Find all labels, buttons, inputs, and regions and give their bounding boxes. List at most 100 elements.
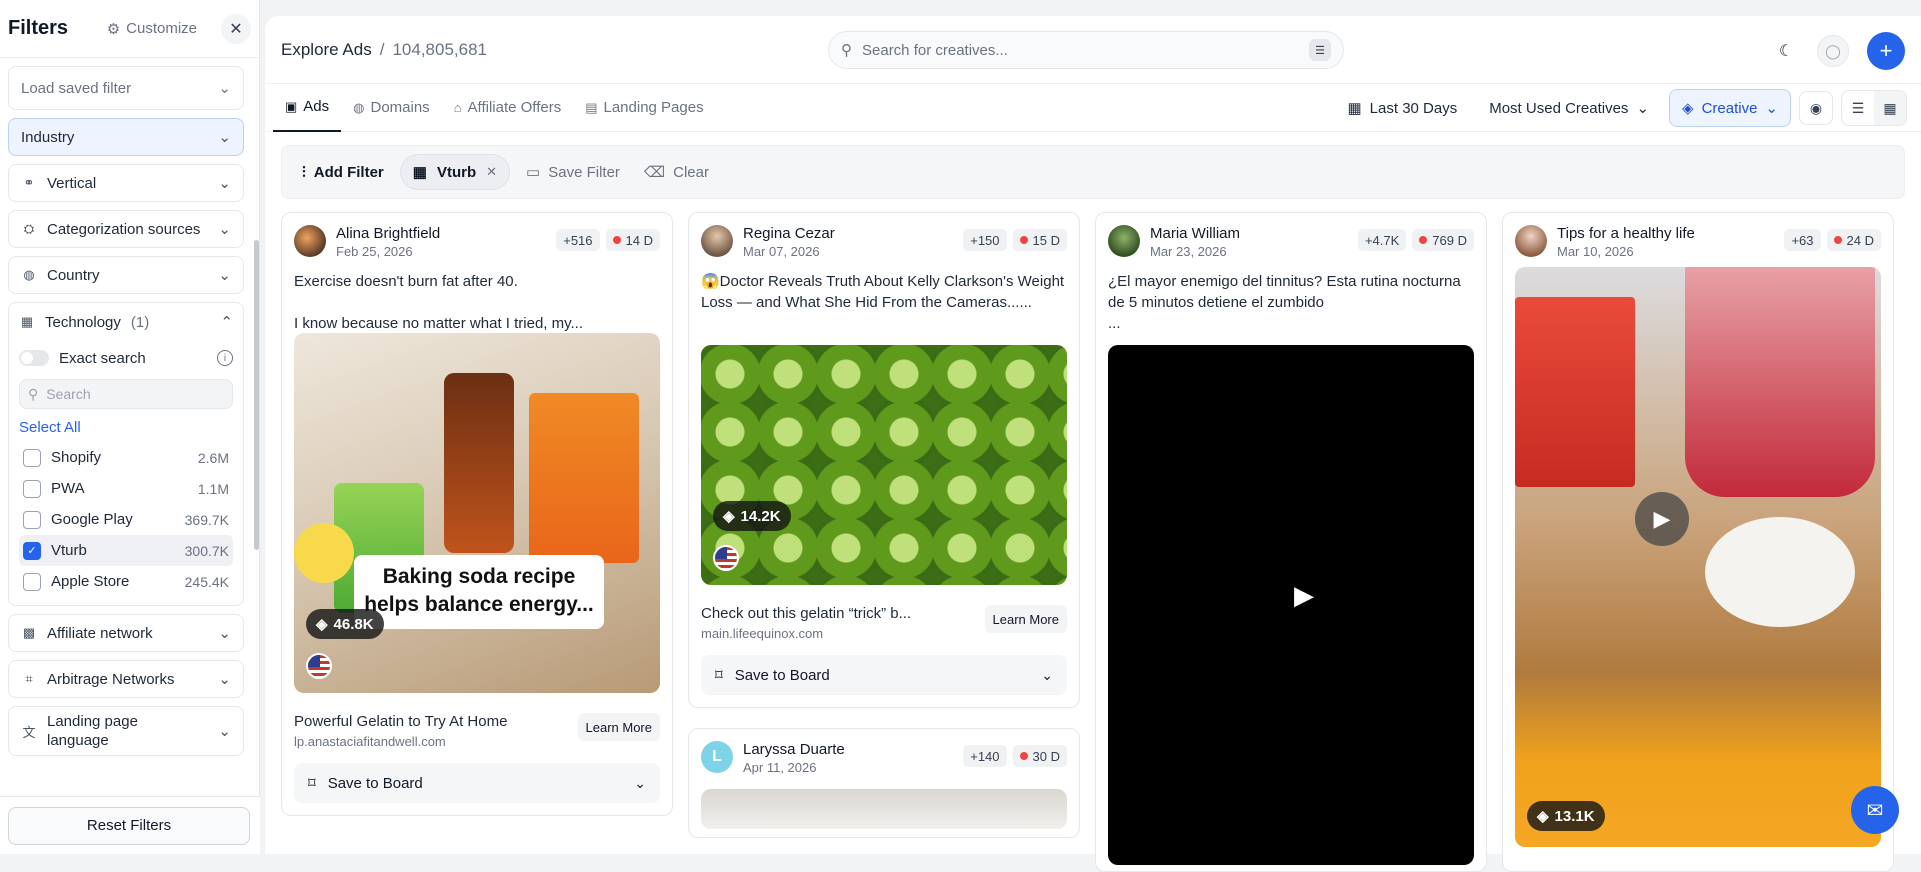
sidebar-scrollbar[interactable] <box>254 240 259 550</box>
views-stat: ◈ 13.1K <box>1527 801 1605 831</box>
filter-section-industry[interactable]: Industry ⌄ <box>8 118 244 156</box>
save-to-board-button[interactable]: ⌑ Save to Board ⌄ <box>294 763 660 803</box>
technology-option[interactable]: Shopify 2.6M <box>19 442 233 473</box>
play-icon[interactable]: ▶ <box>1635 492 1689 546</box>
play-icon[interactable]: ▶ <box>1284 575 1324 615</box>
checkbox[interactable] <box>23 510 41 529</box>
chip-label: Vturb <box>436 163 477 181</box>
filter-section-vertical[interactable]: ⚭ Vertical ⌄ <box>8 164 244 202</box>
calendar-icon: ▦ <box>1347 100 1362 117</box>
chevron-down-icon: ⌄ <box>218 80 231 97</box>
tab-domains[interactable]: ◍ Domains <box>341 84 442 132</box>
type-select[interactable]: ◈ Creative ⌄ <box>1669 89 1791 127</box>
ad-card[interactable]: Regina Cezar Mar 07, 2026 +150 15 D 😱Doc… <box>688 212 1080 708</box>
bottle-shape <box>444 373 514 553</box>
checkbox[interactable] <box>23 448 41 467</box>
filter-section-affiliate[interactable]: ▩ Affiliate network ⌄ <box>8 614 244 652</box>
eye-icon: ◉ <box>1809 99 1823 116</box>
save-to-board-button[interactable]: ⌑ Save to Board ⌄ <box>701 655 1067 695</box>
days-badge: 15 D <box>1012 229 1067 251</box>
advertiser-name: Alina Brightfield <box>336 225 441 242</box>
ad-media-image[interactable] <box>701 789 1067 829</box>
close-icon[interactable]: ✕ <box>486 164 497 180</box>
technology-header[interactable]: ▦ Technology (1) ⌃ <box>19 303 233 341</box>
option-count: 2.6M <box>197 449 229 466</box>
exact-search-toggle[interactable] <box>19 350 49 366</box>
views-count: 13.1K <box>1554 807 1595 825</box>
views-count: 46.8K <box>333 615 374 633</box>
avatar: L <box>701 741 733 773</box>
option-label: Shopify <box>51 449 102 466</box>
advertiser-name: Laryssa Duarte <box>743 741 845 758</box>
ad-card[interactable]: L Laryssa Duarte Apr 11, 2026 +140 30 D <box>688 728 1080 838</box>
chip-icon: ▦ <box>412 164 427 181</box>
ad-column: Maria William Mar 23, 2026 +4.7K 769 D ¿… <box>1095 212 1487 872</box>
chevron-up-icon: ⌃ <box>220 314 233 331</box>
filter-section-landing-language[interactable]: 文 Landing page language ⌄ <box>8 706 244 756</box>
add-filter-label: Add Filter <box>313 163 384 181</box>
dark-mode-icon[interactable]: ☾ <box>1773 38 1799 64</box>
technology-option[interactable]: PWA 1.1M <box>19 473 233 504</box>
customize-button[interactable]: ⚙ Customize <box>107 20 197 38</box>
variations-badge: +4.7K <box>1357 229 1407 251</box>
eraser-icon: ⌫ <box>643 164 666 181</box>
grid-view-icon[interactable]: ▦ <box>1874 91 1906 125</box>
filter-section-arbitrage[interactable]: ⌗ Arbitrage Networks ⌄ <box>8 660 244 698</box>
technology-option[interactable]: Google Play 369.7K <box>19 504 233 535</box>
technology-search-input[interactable]: ⚲ Search <box>19 379 233 409</box>
ad-card[interactable]: Alina Brightfield Feb 25, 2026 +516 14 D… <box>281 212 673 816</box>
close-sidebar-button[interactable]: ✕ <box>221 13 251 44</box>
option-count: 1.1M <box>197 480 229 497</box>
vertical-icon: ⚭ <box>23 175 35 190</box>
tab-landing-pages[interactable]: ▤ Landing Pages <box>573 84 715 132</box>
ad-card-header: Alina Brightfield Feb 25, 2026 +516 14 D <box>294 225 660 267</box>
lemon-shape <box>294 523 354 583</box>
checkbox[interactable] <box>23 572 41 591</box>
checkbox[interactable] <box>23 479 41 498</box>
tab-affiliate-offers[interactable]: ⌂ Affiliate Offers <box>442 84 574 132</box>
top-bar: Explore Ads / 104,805,681 ⚲ Search for cre… <box>265 16 1921 84</box>
main-panel: Explore Ads / 104,805,681 ⚲ Search for cre… <box>265 16 1921 872</box>
technology-option[interactable]: ✓ Vturb 300.7K <box>19 535 233 566</box>
filter-section-country[interactable]: ◍ Country ⌄ <box>8 256 244 294</box>
learn-more-button[interactable]: Learn More <box>984 605 1067 633</box>
saved-filter-select[interactable]: Load saved filter ⌄ <box>8 66 244 110</box>
landing-url[interactable]: main.lifeequinox.com <box>701 626 911 641</box>
tab-ads[interactable]: ▣ Ads <box>273 84 342 132</box>
ad-card[interactable]: Tips for a healthy life Mar 10, 2026 +63… <box>1502 212 1894 872</box>
ad-card-footer: Check out this gelatin “trick” b... main… <box>701 605 1067 641</box>
sort-select[interactable]: Most Used Creatives ⌄ <box>1477 89 1661 127</box>
filter-chip-vturb[interactable]: ▦ Vturb ✕ <box>399 154 511 190</box>
checkbox[interactable]: ✓ <box>23 541 41 560</box>
select-all-link[interactable]: Select All <box>19 419 233 436</box>
info-icon[interactable]: i <box>217 350 233 366</box>
learn-more-button[interactable]: Learn More <box>577 713 660 741</box>
ad-media-video[interactable]: ▶ ◈ 13.1K <box>1515 267 1881 847</box>
visibility-button[interactable]: ◉ <box>1799 91 1833 125</box>
chat-support-button[interactable]: ✉ <box>1851 786 1899 834</box>
country-label: Country <box>47 266 100 284</box>
views-stat: ◈ 46.8K <box>306 609 384 639</box>
date-range-button[interactable]: ▦ Last 30 Days <box>1335 89 1469 127</box>
reset-filters-button[interactable]: Reset Filters <box>8 806 250 845</box>
add-filter-button[interactable]: ⫶ Add Filter <box>294 154 392 190</box>
search-settings-icon[interactable]: ☰ <box>1309 39 1331 61</box>
technology-option[interactable]: Apple Store 245.4K <box>19 566 233 597</box>
user-avatar[interactable]: ◯ <box>1817 35 1849 67</box>
ad-date: Mar 10, 2026 <box>1557 244 1634 259</box>
option-count: 369.7K <box>184 511 229 528</box>
filter-section-categorization[interactable]: ⛭ Categorization sources ⌄ <box>8 210 244 248</box>
creative-search-input[interactable]: ⚲ Search for creatives... ☰ <box>828 31 1344 69</box>
clear-button[interactable]: ⌫ Clear <box>636 154 717 190</box>
search-icon: ⚲ <box>28 385 39 402</box>
save-filter-button[interactable]: ▭ Save Filter <box>518 154 628 190</box>
chevron-down-icon: ⌄ <box>218 723 231 740</box>
landing-url[interactable]: lp.anastaciafitandwell.com <box>294 734 507 749</box>
ad-media-image[interactable]: ◈ 14.2K <box>701 345 1067 585</box>
ad-media-video[interactable]: ▶ <box>1108 345 1474 865</box>
ad-card[interactable]: Maria William Mar 23, 2026 +4.7K 769 D ¿… <box>1095 212 1487 872</box>
create-button[interactable]: + <box>1867 32 1905 70</box>
list-view-icon[interactable]: ☰ <box>1842 91 1874 125</box>
ad-media-image[interactable]: Baking soda recipe helps balance energy.… <box>294 333 660 693</box>
layers-icon: ◈ <box>723 508 735 525</box>
